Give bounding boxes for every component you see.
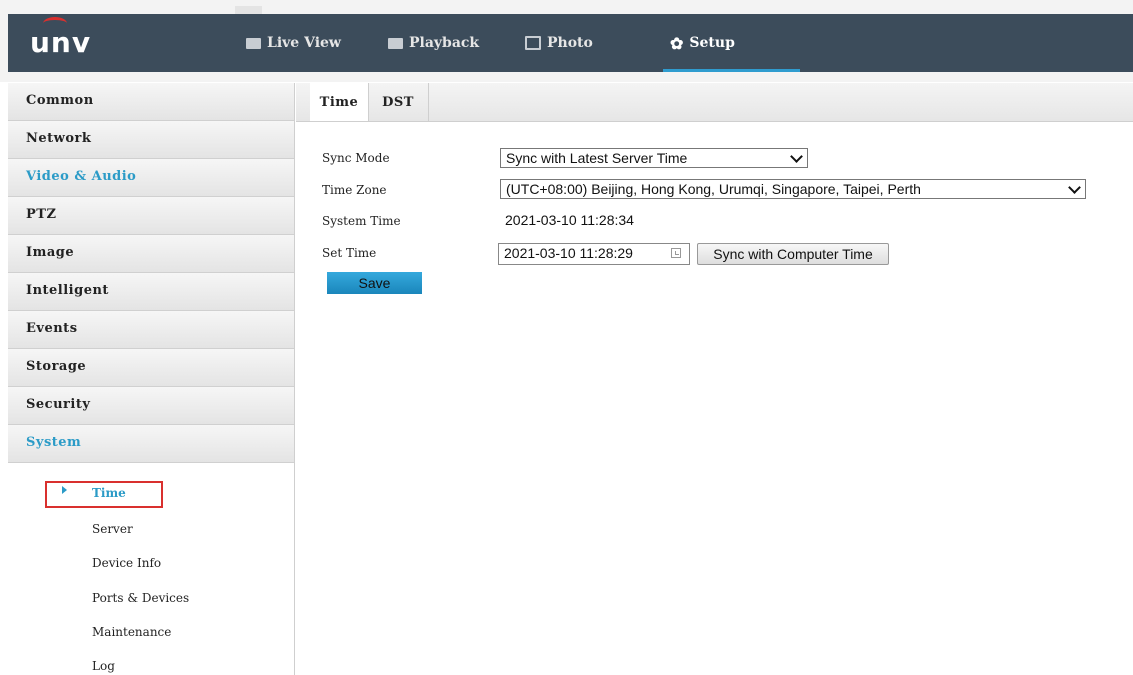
header-bar: unv Live View Playback Photo ✿ Setup: [8, 14, 1133, 72]
sidebar-item-video-audio[interactable]: Video & Audio: [8, 159, 294, 197]
chevron-down-icon: [790, 150, 803, 163]
time-zone-select[interactable]: (UTC+08:00) Beijing, Hong Kong, Urumqi, …: [500, 179, 1086, 199]
sidebar-item-storage[interactable]: Storage: [8, 349, 294, 387]
playback-icon: [388, 37, 403, 49]
sync-mode-select[interactable]: Sync with Latest Server Time: [500, 148, 808, 168]
set-time-label: Set Time: [322, 246, 377, 260]
set-time-input[interactable]: 2021-03-10 11:28:29: [498, 243, 690, 265]
main-content: Time DST Sync Mode Sync with Latest Serv…: [296, 83, 1133, 675]
sidebar-item-label: System: [26, 435, 82, 450]
subitem-server[interactable]: Server: [92, 522, 133, 536]
tab-bar: Time DST: [296, 83, 1133, 122]
sidebar-item-label: Network: [26, 131, 92, 146]
nav-playback[interactable]: Playback: [388, 14, 479, 72]
system-time-value: 2021-03-10 11:28:34: [505, 212, 634, 228]
photo-icon: [525, 36, 541, 50]
nav-label: Photo: [547, 35, 593, 51]
calendar-icon[interactable]: [671, 248, 681, 258]
subitem-log[interactable]: Log: [92, 659, 115, 673]
sidebar-item-common[interactable]: Common: [8, 83, 294, 121]
time-zone-value: (UTC+08:00) Beijing, Hong Kong, Urumqi, …: [506, 181, 921, 197]
sidebar-item-label: Video & Audio: [26, 169, 137, 184]
nav-photo[interactable]: Photo: [525, 14, 593, 72]
system-time-label: System Time: [322, 214, 401, 228]
tab-dst[interactable]: DST: [368, 83, 429, 121]
nav-label: Playback: [409, 35, 480, 51]
chevron-down-icon: [1068, 181, 1081, 194]
sidebar-item-label: Events: [26, 321, 78, 336]
subitem-device-info[interactable]: Device Info: [92, 556, 161, 570]
nav-label: Setup: [689, 35, 735, 51]
sidebar-item-ptz[interactable]: PTZ: [8, 197, 294, 235]
tab-time[interactable]: Time: [310, 83, 369, 121]
sync-mode-value: Sync with Latest Server Time: [506, 150, 688, 166]
sync-computer-time-button[interactable]: Sync with Computer Time: [697, 243, 889, 265]
sidebar-item-label: Security: [26, 397, 91, 412]
sidebar-item-network[interactable]: Network: [8, 121, 294, 159]
sync-mode-label: Sync Mode: [322, 151, 390, 165]
nav-setup[interactable]: ✿ Setup: [670, 14, 735, 72]
subitem-ports-devices[interactable]: Ports & Devices: [92, 591, 189, 605]
caret-right-icon: [62, 486, 67, 494]
monitor-icon: [246, 37, 261, 49]
sidebar-item-label: Intelligent: [26, 283, 109, 298]
subitem-time[interactable]: Time: [92, 486, 126, 500]
nav-live-view[interactable]: Live View: [246, 14, 341, 72]
sidebar-item-intelligent[interactable]: Intelligent: [8, 273, 294, 311]
sidebar-item-label: Common: [26, 93, 94, 108]
sidebar-item-label: PTZ: [26, 207, 57, 222]
sidebar-item-image[interactable]: Image: [8, 235, 294, 273]
sidebar-item-label: Storage: [26, 359, 87, 374]
set-time-value: 2021-03-10 11:28:29: [504, 245, 633, 261]
save-button[interactable]: Save: [327, 272, 422, 294]
sidebar-item-events[interactable]: Events: [8, 311, 294, 349]
sidebar-item-system[interactable]: System: [8, 425, 294, 463]
nav-label: Live View: [267, 35, 341, 51]
subitem-maintenance[interactable]: Maintenance: [92, 625, 171, 639]
browser-tab-strip: [235, 6, 262, 14]
active-nav-indicator: [663, 69, 800, 72]
time-zone-label: Time Zone: [322, 183, 387, 197]
sidebar: Common Network Video & Audio PTZ Image I…: [8, 83, 295, 675]
sidebar-item-label: Image: [26, 245, 75, 260]
logo: unv: [30, 26, 92, 59]
gear-icon: ✿: [670, 33, 684, 53]
sidebar-item-security[interactable]: Security: [8, 387, 294, 425]
